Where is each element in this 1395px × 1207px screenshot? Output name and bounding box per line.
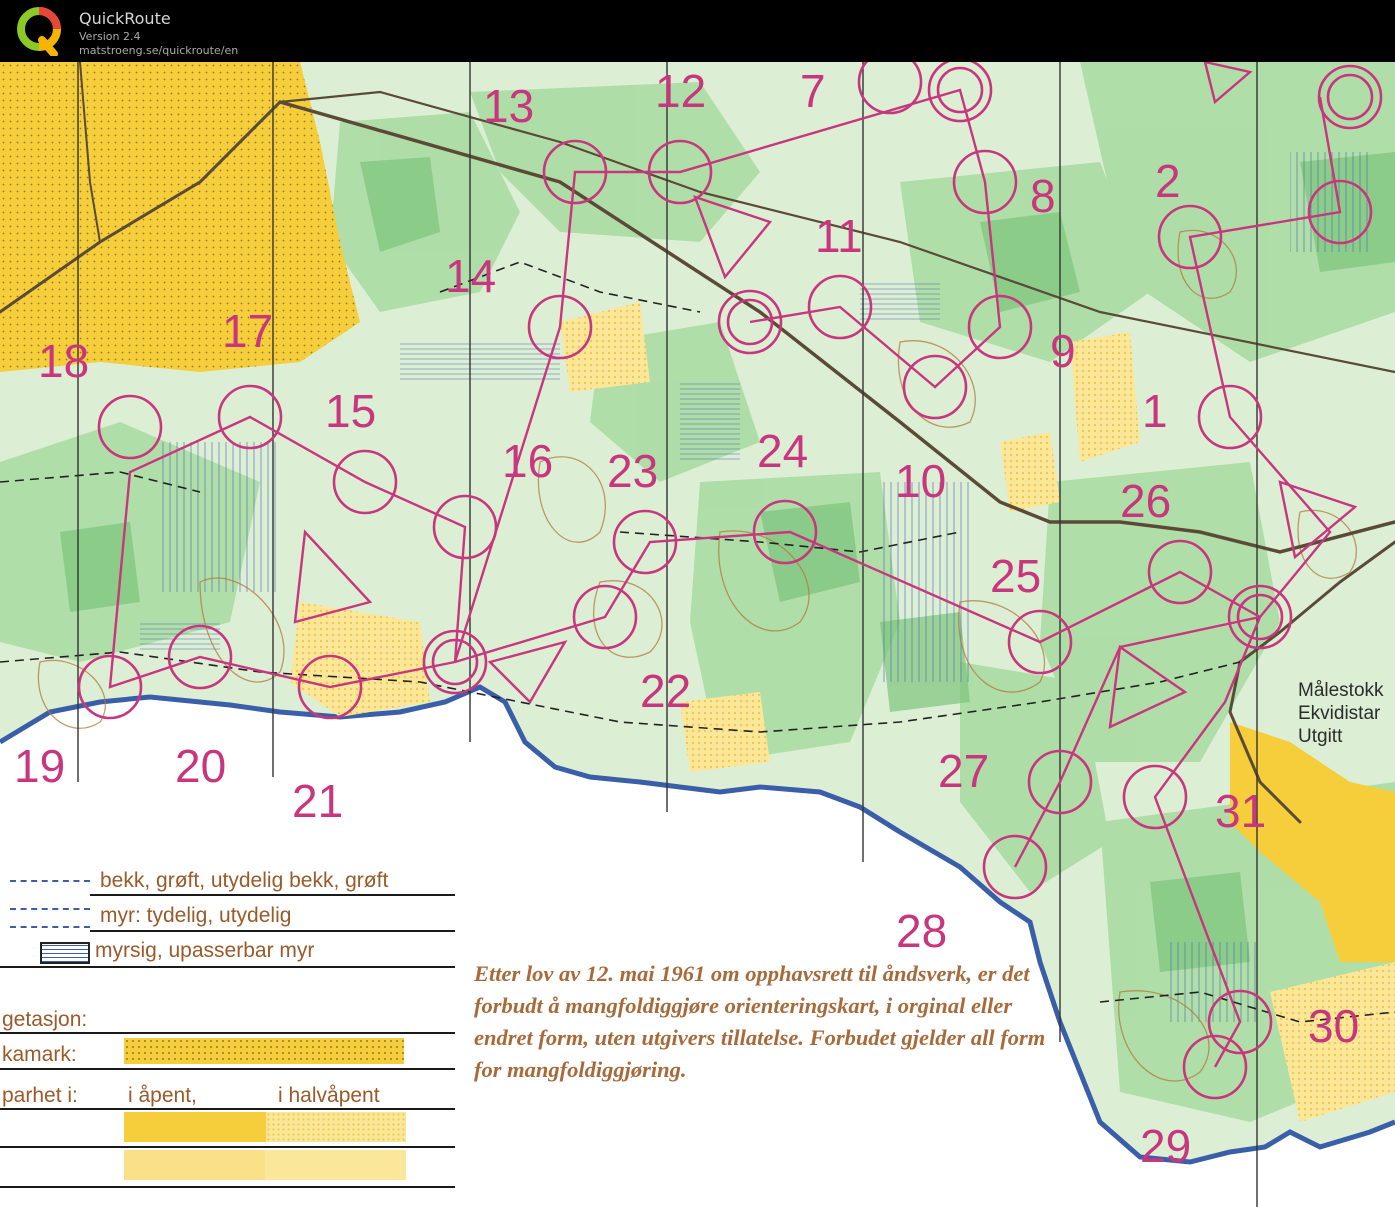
control-number-24: 24 [757, 425, 808, 477]
legend-divider [90, 894, 455, 896]
app-name: QuickRoute [79, 9, 171, 28]
legend-divider [0, 966, 455, 968]
control-number-20: 20 [175, 740, 226, 792]
control-number-29: 29 [1140, 1120, 1191, 1172]
legend-semi-open-swatch [266, 1112, 406, 1142]
legend-wet-marsh-symbol [40, 942, 90, 964]
control-number-22: 22 [640, 665, 691, 717]
legend-divider [0, 1108, 455, 1110]
control-number-31: 31 [1215, 785, 1266, 837]
control-number-15: 15 [325, 385, 376, 437]
legend-marsh-label: myr: tydelig, utydelig [100, 904, 292, 927]
control-number-8: 8 [1030, 170, 1056, 222]
scale-label: Målestokk [1298, 680, 1384, 701]
legend-divider [0, 1146, 455, 1148]
quickroute-logo-icon [17, 7, 61, 56]
control-number-19: 19 [14, 740, 65, 792]
legend-vegetation-label: getasjon: [2, 1008, 88, 1031]
legend-stream-symbol [10, 880, 90, 890]
control-number-7: 7 [800, 65, 826, 117]
control-number-30: 30 [1308, 1000, 1359, 1052]
legend-divider [0, 1186, 455, 1188]
control-number-23: 23 [607, 445, 658, 497]
control-number-11: 11 [815, 210, 863, 262]
legend-marsh-symbol [10, 908, 90, 928]
legend-stream-label: bekk, grøft, utydelig bekk, grøft [100, 869, 389, 892]
legend-divider [0, 1068, 455, 1070]
published-label: Utgitt [1298, 726, 1343, 747]
control-number-21: 21 [292, 775, 343, 827]
legend-open-label: i åpent, [128, 1084, 197, 1107]
app-header: QuickRoute Version 2.4 matstroeng.se/qui… [0, 0, 1395, 62]
control-number-18: 18 [38, 335, 89, 387]
app-url[interactable]: matstroeng.se/quickroute/en [79, 44, 238, 57]
app-version: Version 2.4 [79, 30, 141, 43]
legend-wet-marsh-label: myrsig, upasserbar myr [95, 939, 315, 962]
control-number-17: 17 [222, 305, 273, 357]
control-number-12: 12 [655, 65, 706, 117]
control-number-14: 14 [445, 250, 496, 302]
control-number-27: 27 [938, 745, 989, 797]
control-number-10: 10 [895, 455, 946, 507]
control-number-26: 26 [1120, 475, 1171, 527]
contour-interval-label: Ekvidistar [1298, 703, 1381, 724]
control-number-25: 25 [990, 550, 1041, 602]
control-number-9: 9 [1050, 325, 1076, 377]
orienteering-map[interactable]: 1 2 7 8 9 10 11 12 13 14 15 16 17 18 19 20 21 22 23 24 25 26 2… [0, 62, 1395, 1207]
legend-divider [90, 930, 455, 932]
legend-divider [0, 1032, 455, 1034]
legend-open-swatch [124, 1112, 266, 1142]
legend-semi-open-label: i halvåpent [278, 1084, 380, 1107]
legend-mixed-swatch [124, 1150, 406, 1180]
control-number-2: 2 [1155, 155, 1181, 207]
legend-field-label: kamark: [2, 1043, 77, 1066]
copyright-notice: Etter lov av 12. mai 1961 om opphavsrett… [474, 961, 1046, 1082]
control-number-28: 28 [896, 905, 947, 957]
legend-passability-label: parhet i: [2, 1084, 78, 1107]
legend-field-swatch [124, 1038, 404, 1064]
control-number-16: 16 [502, 435, 553, 487]
control-number-1: 1 [1142, 385, 1168, 437]
control-number-13: 13 [483, 80, 534, 132]
